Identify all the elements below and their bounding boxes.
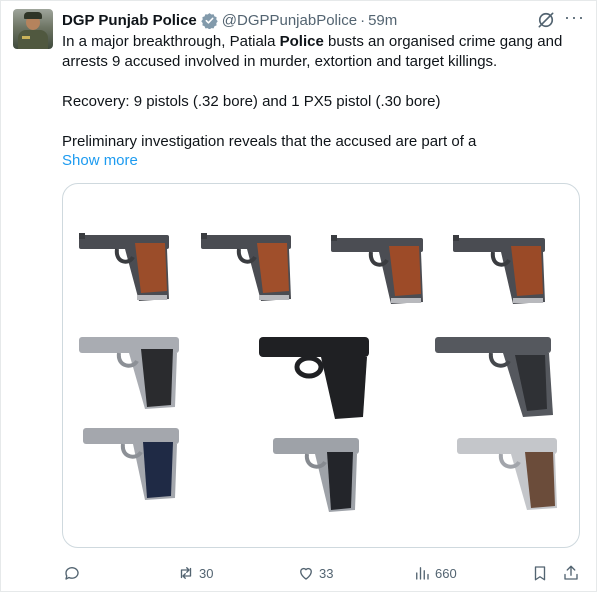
tweet-text-bold: Police [279, 33, 324, 50]
tweet-actions-bar: 30 33 660 [1, 562, 597, 584]
tweet-text-line-4: Preliminary investigation reveals that t… [62, 133, 477, 150]
views-icon [416, 567, 429, 580]
like-count: 33 [319, 565, 334, 581]
pistol-icon [79, 337, 179, 409]
avatar-badge [22, 36, 30, 39]
tweet-text-prefix: In a major breakthrough, Patiala [62, 33, 280, 50]
share-button[interactable] [562, 562, 580, 584]
grok-icon[interactable] [536, 10, 556, 30]
retweet-button[interactable]: 30 [177, 562, 213, 584]
like-button[interactable]: 33 [297, 562, 333, 584]
reply-icon [65, 567, 79, 580]
tweet-header: DGP Punjab Police @DGPPunjabPolice · 59m [62, 10, 397, 30]
heart-icon [300, 567, 312, 580]
tweet-text-suffix: busts an organised crime gang and [323, 33, 563, 50]
tweet-time[interactable]: 59m [368, 12, 397, 29]
views-button[interactable]: 660 [413, 562, 457, 584]
bookmark-button[interactable] [531, 562, 549, 584]
author-name[interactable]: DGP Punjab Police [62, 12, 197, 29]
retweet-count: 30 [199, 565, 214, 581]
pistol-icon [435, 337, 553, 417]
pistol-icon [83, 428, 179, 500]
tweet-card[interactable]: DGP Punjab Police @DGPPunjabPolice · 59m… [0, 0, 597, 592]
author-avatar[interactable] [13, 9, 53, 49]
bookmark-icon [534, 566, 546, 581]
tweet-media-image[interactable] [62, 183, 580, 548]
tweet-text-line-2: arrests 9 accused involved in murder, ex… [62, 53, 498, 70]
pistol-icon [79, 233, 169, 301]
reply-button[interactable] [63, 562, 85, 584]
views-count: 660 [435, 565, 457, 581]
avatar-uniform [18, 30, 48, 49]
show-more-link[interactable]: Show more [62, 152, 138, 169]
retweet-icon [180, 567, 192, 579]
separator-dot: · [360, 11, 366, 29]
verified-badge-icon[interactable] [201, 12, 218, 29]
pistol-icon [273, 438, 359, 512]
tweet-text-line-3: Recovery: 9 pistols (.32 bore) and 1 PX5… [62, 93, 441, 110]
pistol-icon [457, 438, 557, 510]
pistol-icon [201, 233, 291, 301]
pistol-icon [453, 235, 545, 304]
pistol-icon [331, 235, 423, 304]
share-icon [564, 565, 578, 580]
tweet-text-line-1: In a major breakthrough, Patiala Police … [62, 32, 582, 52]
more-options-icon[interactable]: ··· [564, 7, 585, 28]
author-handle[interactable]: @DGPPunjabPolice [222, 12, 357, 29]
avatar-cap [24, 12, 42, 19]
pistol-icon [259, 337, 369, 419]
